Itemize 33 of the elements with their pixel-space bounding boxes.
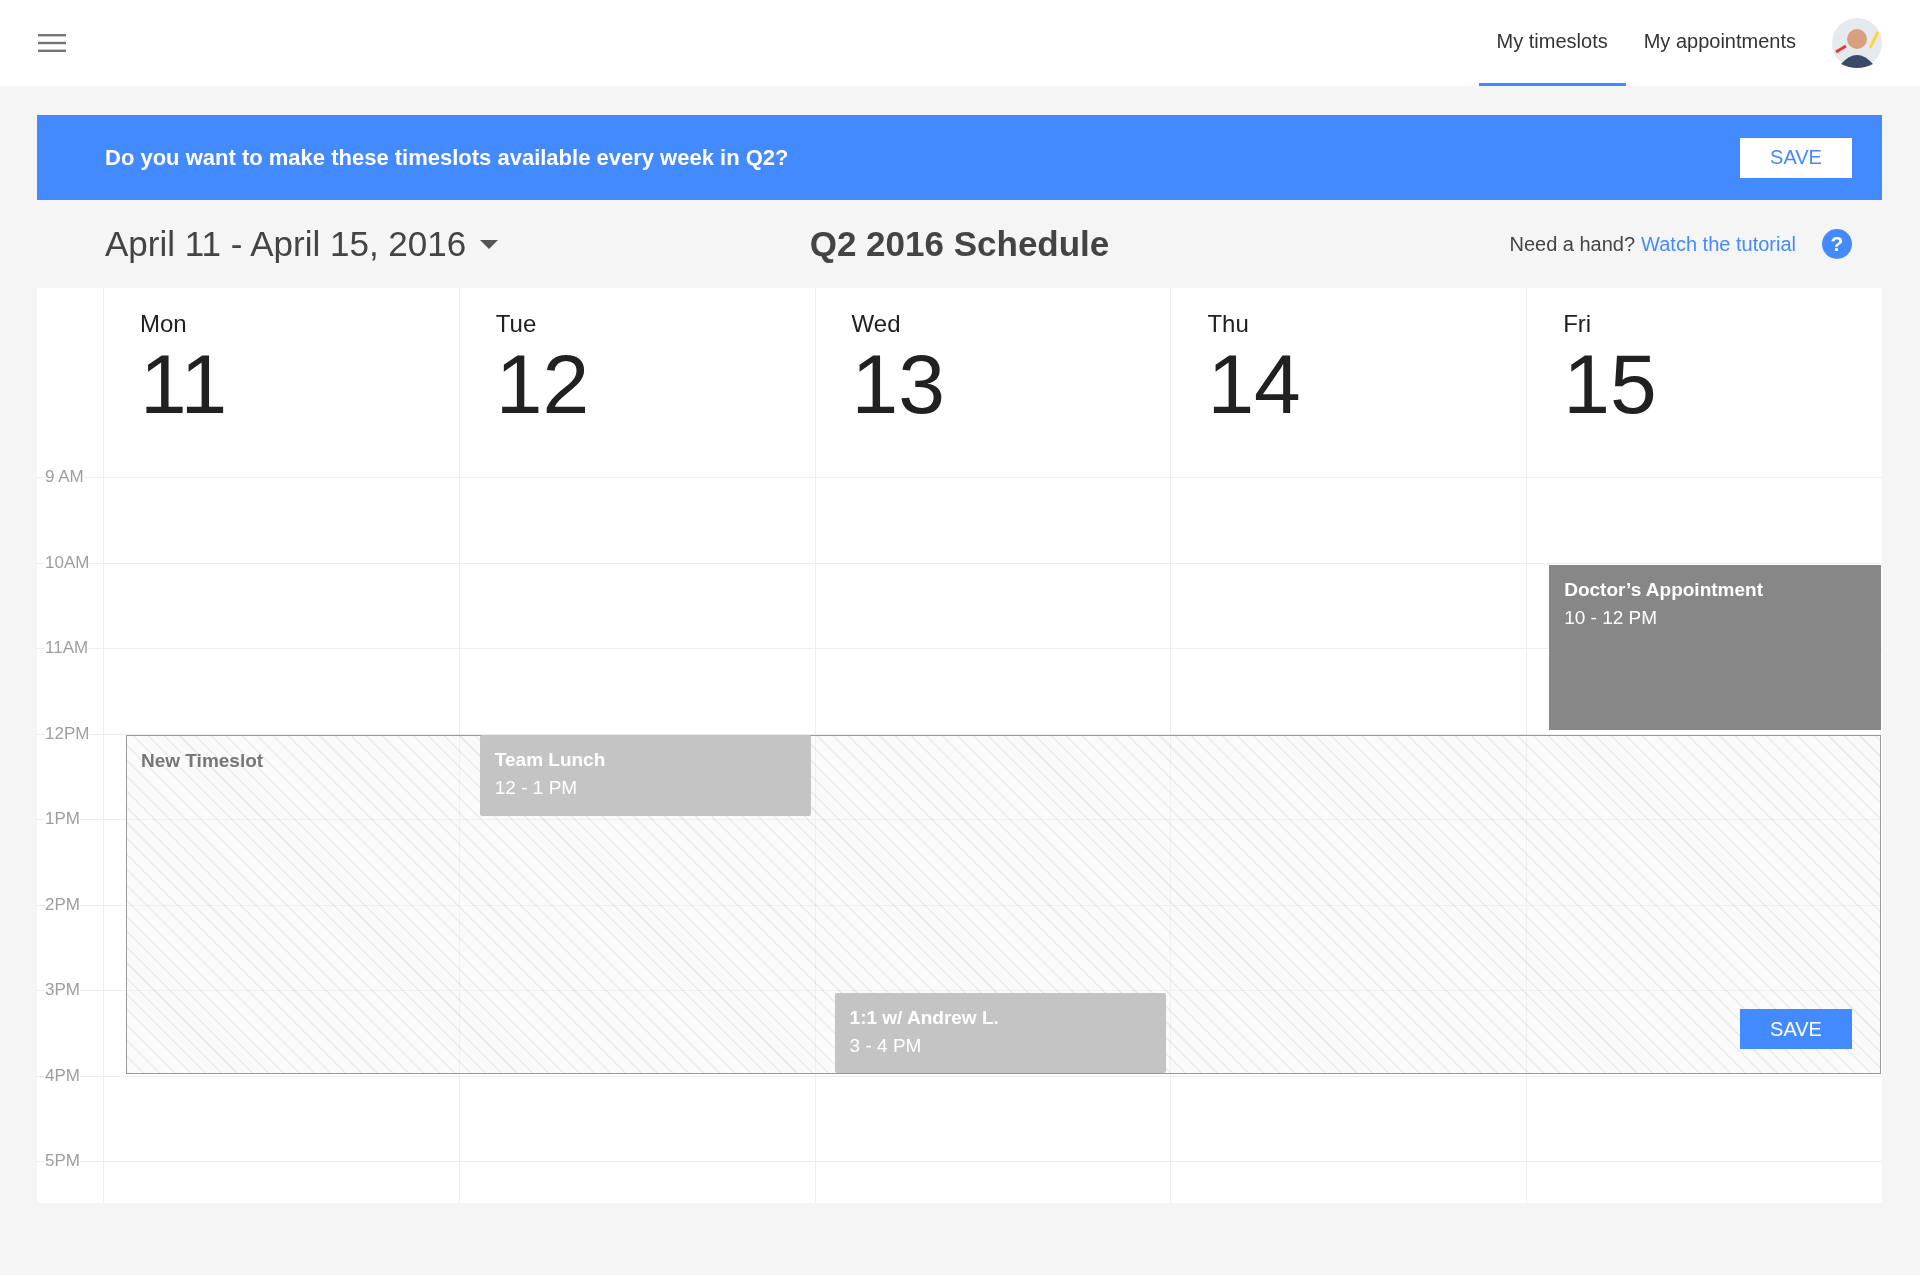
timeslot-label: New Timeslot bbox=[141, 750, 264, 772]
day-number: 11 bbox=[140, 342, 229, 426]
event-time: 3 - 4 PM bbox=[849, 1034, 923, 1057]
day-number: 12 bbox=[495, 342, 591, 426]
day-name: Thu bbox=[1207, 310, 1250, 338]
day-number: 13 bbox=[851, 342, 947, 426]
schedule-title: Q2 2016 Schedule bbox=[809, 224, 1110, 264]
event-title: 1:1 w/ Andrew L. bbox=[849, 1006, 1000, 1029]
day-name: Mon bbox=[140, 310, 188, 338]
banner-text: Do you want to make these timeslots available every week in Q2? bbox=[105, 144, 789, 171]
event-card[interactable]: 1:1 w/ Andrew L. 3 - 4 PM bbox=[834, 992, 1166, 1073]
event-card[interactable]: Doctor’s Appointment 10 - 12 PM bbox=[1549, 565, 1881, 731]
event-time: 12 - 1 PM bbox=[494, 777, 579, 800]
help-text: Need a hand? bbox=[1509, 232, 1636, 256]
save-button[interactable]: SAVE bbox=[1740, 1009, 1852, 1049]
nav-tab[interactable]: My appointments bbox=[1625, 0, 1814, 86]
date-range[interactable]: April 11 - April 15, 2016 bbox=[105, 224, 467, 264]
day-name: Fri bbox=[1563, 310, 1593, 338]
day-number: 15 bbox=[1563, 342, 1658, 426]
nav-tab[interactable]: My timeslots bbox=[1478, 0, 1626, 86]
event-title: Doctor’s Appointment bbox=[1564, 579, 1764, 602]
caret-icon[interactable] bbox=[480, 239, 499, 249]
day-name: Wed bbox=[851, 310, 902, 338]
help-icon[interactable]: ? bbox=[1822, 229, 1852, 259]
save-button[interactable]: SAVE bbox=[1740, 137, 1852, 178]
event-title: Team Lunch bbox=[494, 749, 607, 772]
day-number: 14 bbox=[1207, 342, 1302, 426]
avatar[interactable] bbox=[1832, 18, 1882, 68]
tutorial-link[interactable]: Watch the tutorial bbox=[1641, 232, 1796, 256]
event-card[interactable]: Team Lunch 12 - 1 PM bbox=[479, 735, 811, 816]
event-time: 10 - 12 PM bbox=[1564, 607, 1659, 630]
menu-icon[interactable] bbox=[38, 33, 66, 53]
day-name: Tue bbox=[495, 310, 538, 338]
